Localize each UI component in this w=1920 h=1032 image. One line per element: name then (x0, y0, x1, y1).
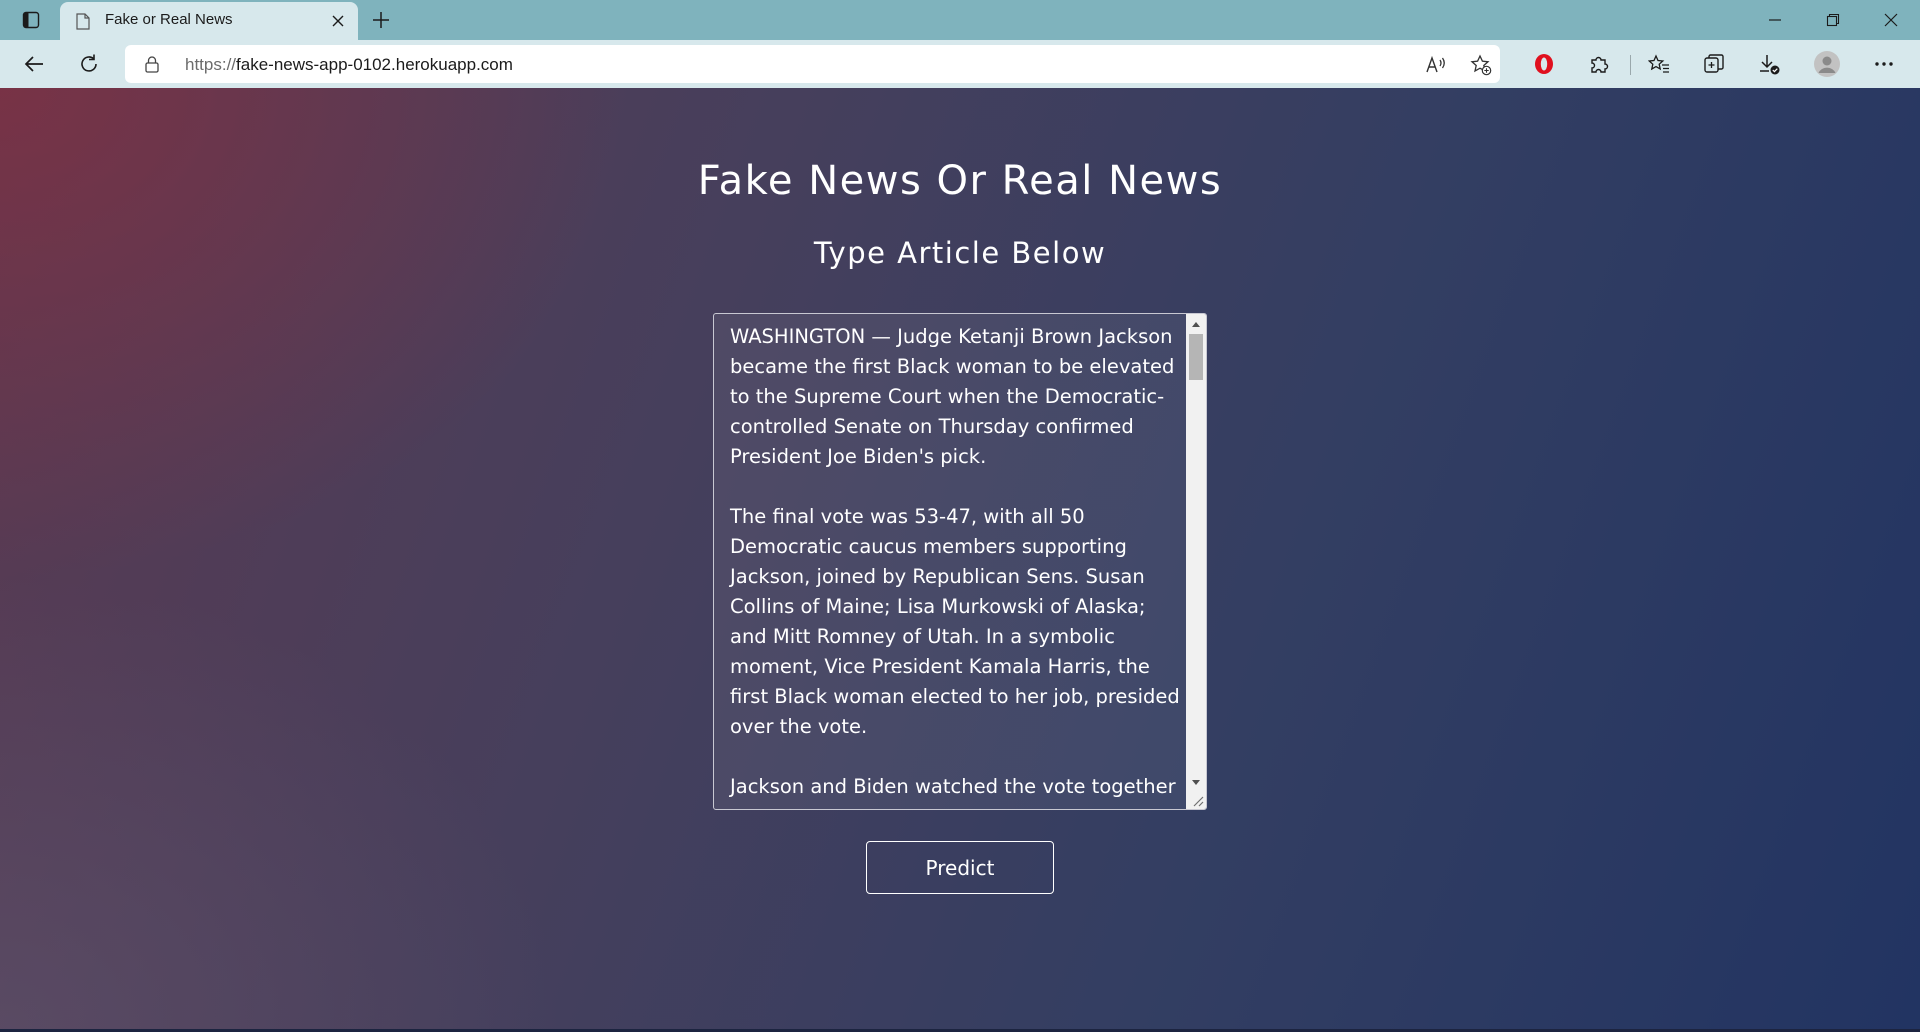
toolbar-separator (1630, 55, 1631, 75)
lock-icon[interactable] (145, 56, 159, 73)
page-title: Fake News Or Real News (697, 158, 1223, 204)
restore-icon[interactable] (1805, 0, 1861, 40)
url-host: fake-news-app-0102.herokuapp.com (236, 55, 513, 74)
puzzle-icon[interactable] (1581, 46, 1617, 82)
more-icon[interactable] (1866, 46, 1902, 82)
read-aloud-icon[interactable] (1422, 51, 1450, 79)
refresh-icon[interactable] (71, 46, 107, 82)
avatar[interactable] (1809, 46, 1845, 82)
close-icon[interactable] (328, 11, 348, 31)
toolbar: https://fake-news-app-0102.herokuapp.com (0, 40, 1920, 88)
download-icon[interactable] (1751, 46, 1787, 82)
article-text[interactable]: WASHINGTON — Judge Ketanji Brown Jackson… (730, 322, 1184, 802)
scroll-thumb[interactable] (1189, 334, 1203, 380)
add-favorite-icon[interactable] (1467, 51, 1495, 79)
favorites-icon[interactable] (1641, 46, 1677, 82)
address-bar[interactable]: https://fake-news-app-0102.herokuapp.com (125, 45, 1500, 83)
page-icon (76, 13, 90, 30)
minimize-icon[interactable] (1747, 0, 1803, 40)
scroll-down-arrow-icon[interactable] (1186, 774, 1206, 790)
plus-icon[interactable] (364, 6, 398, 34)
url-scheme: https:// (185, 55, 237, 74)
url-text[interactable]: https://fake-news-app-0102.herokuapp.com (185, 55, 513, 75)
browser-window: Fake or Real News https://fake-news-app-… (0, 0, 1920, 1032)
resize-grip-icon[interactable] (1190, 793, 1204, 807)
back-arrow-icon[interactable] (16, 46, 52, 82)
close-window-icon[interactable] (1863, 0, 1919, 40)
tab-active[interactable]: Fake or Real News (60, 2, 358, 40)
tab-title: Fake or Real News (105, 11, 233, 28)
tab-actions-icon[interactable] (14, 8, 48, 32)
page-viewport: Fake News Or Real News Type Article Belo… (0, 88, 1920, 1032)
opera-icon[interactable] (1526, 46, 1562, 82)
article-textarea[interactable]: WASHINGTON — Judge Ketanji Brown Jackson… (713, 313, 1207, 810)
collections-icon[interactable] (1696, 46, 1732, 82)
page-subtitle: Type Article Below (813, 236, 1107, 270)
tab-strip: Fake or Real News (0, 0, 1920, 40)
scroll-up-arrow-icon[interactable] (1186, 316, 1206, 332)
predict-button[interactable]: Predict (866, 841, 1054, 894)
textarea-scrollbar[interactable] (1186, 314, 1206, 809)
